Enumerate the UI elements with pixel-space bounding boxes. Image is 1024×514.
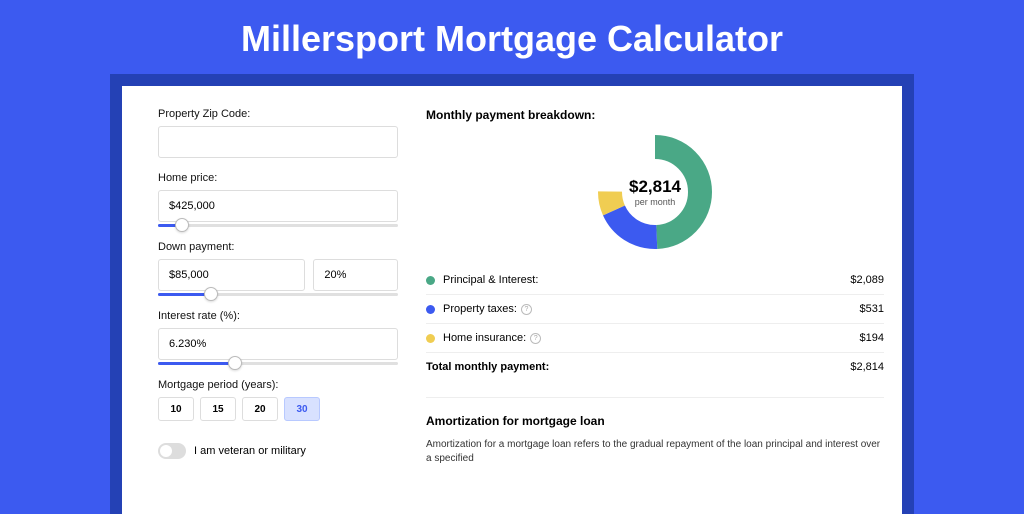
interest-input[interactable]	[158, 328, 398, 360]
zip-input[interactable]	[158, 126, 398, 158]
help-icon[interactable]: ?	[521, 304, 532, 315]
down-payment-percent-input[interactable]	[313, 259, 398, 291]
period-option-30[interactable]: 30	[284, 397, 320, 421]
dot-icon	[426, 305, 435, 314]
period-option-20[interactable]: 20	[242, 397, 278, 421]
dot-icon	[426, 334, 435, 343]
down-payment-amount-input[interactable]	[158, 259, 305, 291]
amortization-text: Amortization for a mortgage loan refers …	[426, 438, 884, 466]
zip-field: Property Zip Code:	[158, 108, 398, 158]
period-option-10[interactable]: 10	[158, 397, 194, 421]
slider-thumb-icon[interactable]	[175, 218, 189, 232]
page-title: Millersport Mortgage Calculator	[0, 0, 1024, 74]
legend-row-total: Total monthly payment: $2,814	[426, 352, 884, 381]
calculator-card: Property Zip Code: Home price: Down paym…	[122, 86, 902, 514]
legend: Principal & Interest: $2,089 Property ta…	[426, 266, 884, 381]
period-field: Mortgage period (years): 10 15 20 30	[158, 379, 398, 421]
donut-value: $2,814	[629, 177, 681, 197]
amortization-section: Amortization for mortgage loan Amortizat…	[426, 397, 884, 466]
legend-value: $2,089	[850, 274, 884, 286]
legend-label: Home insurance: ?	[443, 332, 860, 344]
help-icon[interactable]: ?	[530, 333, 541, 344]
breakdown-title: Monthly payment breakdown:	[426, 108, 884, 122]
inputs-column: Property Zip Code: Home price: Down paym…	[158, 108, 398, 514]
veteran-label: I am veteran or military	[194, 445, 306, 457]
home-price-slider[interactable]	[158, 224, 398, 227]
slider-thumb-icon[interactable]	[228, 356, 242, 370]
slider-thumb-icon[interactable]	[204, 287, 218, 301]
veteran-row: I am veteran or military	[158, 443, 398, 459]
down-payment-label: Down payment:	[158, 241, 398, 253]
period-option-15[interactable]: 15	[200, 397, 236, 421]
zip-label: Property Zip Code:	[158, 108, 398, 120]
legend-value: $531	[860, 303, 884, 315]
home-price-label: Home price:	[158, 172, 398, 184]
home-price-field: Home price:	[158, 172, 398, 227]
home-price-input[interactable]	[158, 190, 398, 222]
legend-value: $194	[860, 332, 884, 344]
total-value: $2,814	[850, 361, 884, 373]
period-button-group: 10 15 20 30	[158, 397, 398, 421]
legend-row-principal: Principal & Interest: $2,089	[426, 266, 884, 294]
period-label: Mortgage period (years):	[158, 379, 398, 391]
total-label: Total monthly payment:	[426, 361, 850, 373]
legend-label: Property taxes: ?	[443, 303, 860, 315]
dot-icon	[426, 276, 435, 285]
legend-row-taxes: Property taxes: ? $531	[426, 294, 884, 323]
interest-field: Interest rate (%):	[158, 310, 398, 365]
legend-label: Principal & Interest:	[443, 274, 850, 286]
interest-label: Interest rate (%):	[158, 310, 398, 322]
card-outer: Property Zip Code: Home price: Down paym…	[110, 74, 914, 514]
amortization-title: Amortization for mortgage loan	[426, 414, 884, 428]
donut-chart: $2,814 per month	[426, 132, 884, 252]
down-payment-slider[interactable]	[158, 293, 398, 296]
interest-slider[interactable]	[158, 362, 398, 365]
donut-sublabel: per month	[635, 197, 676, 207]
down-payment-field: Down payment:	[158, 241, 398, 296]
veteran-toggle[interactable]	[158, 443, 186, 459]
breakdown-column: Monthly payment breakdown: $2,814 per mo…	[426, 108, 884, 514]
legend-row-insurance: Home insurance: ? $194	[426, 323, 884, 352]
